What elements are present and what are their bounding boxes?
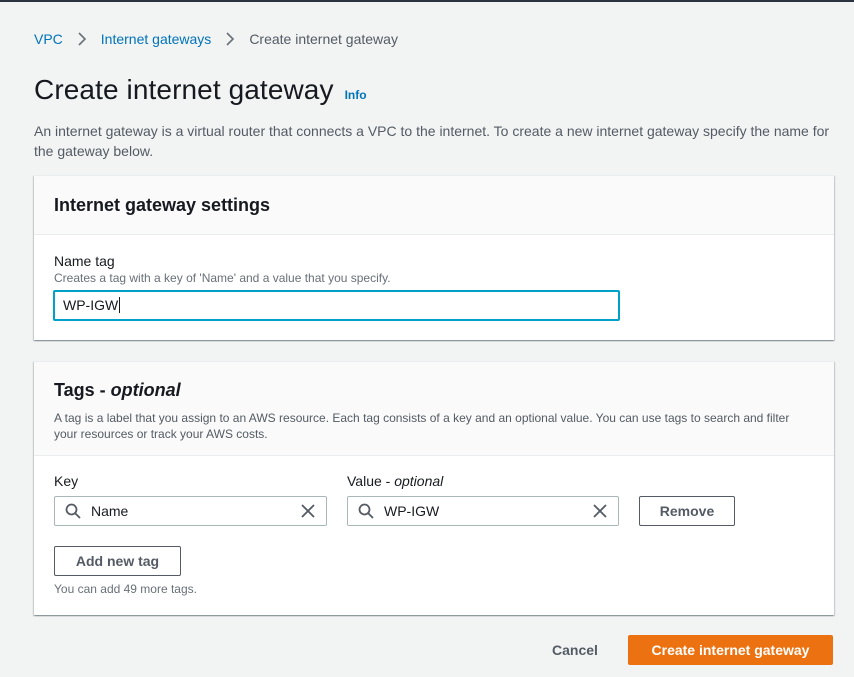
search-icon <box>358 503 374 519</box>
chevron-right-icon <box>71 31 93 47</box>
tag-value-value: WP-IGW <box>384 503 440 519</box>
clear-icon[interactable] <box>300 503 316 519</box>
name-tag-input-value: WP-IGW <box>63 297 119 313</box>
cancel-button[interactable]: Cancel <box>535 635 615 665</box>
text-cursor <box>119 297 121 313</box>
name-tag-description: Creates a tag with a key of 'Name' and a… <box>54 271 391 285</box>
page-title: Create internet gateway <box>34 74 334 105</box>
page-description: An internet gateway is a virtual router … <box>34 123 830 159</box>
breadcrumb-internet-gateways[interactable]: Internet gateways <box>101 31 212 47</box>
tags-title-optional: optional <box>110 380 181 400</box>
info-link[interactable]: Info <box>345 88 367 102</box>
breadcrumb: VPC Internet gateways Create internet ga… <box>34 31 398 47</box>
breadcrumb-vpc[interactable]: VPC <box>34 31 63 47</box>
tags-description: A tag is a label that you assign to an A… <box>54 411 790 441</box>
tags-title-main: Tags - <box>54 380 111 400</box>
add-new-tag-button[interactable]: Add new tag <box>54 546 181 576</box>
create-internet-gateway-button[interactable]: Create internet gateway <box>628 635 833 665</box>
value-label-optional: optional <box>394 473 444 489</box>
tags-panel: Tags - optional A tag is a label that yo… <box>34 361 834 615</box>
name-tag-input[interactable]: WP-IGW <box>53 290 620 321</box>
clear-icon[interactable] <box>592 503 608 519</box>
tag-key-value: Name <box>91 503 129 519</box>
value-label-main: Value - <box>347 473 395 489</box>
value-column-label: Value - optional <box>347 473 443 489</box>
page-header: Create internet gateway Info <box>34 74 367 106</box>
breadcrumb-current: Create internet gateway <box>249 31 398 47</box>
settings-panel-title: Internet gateway settings <box>54 195 271 215</box>
name-tag-field-header: Name tag Creates a tag with a key of 'Na… <box>54 253 391 285</box>
chevron-right-icon <box>219 31 241 47</box>
settings-panel-header: Internet gateway settings <box>34 176 834 235</box>
key-column-label: Key <box>54 473 79 489</box>
search-icon <box>65 503 81 519</box>
tag-key-input[interactable]: Name <box>54 496 327 526</box>
name-tag-label: Name tag <box>54 253 115 269</box>
tags-panel-header: Tags - optional A tag is a label that yo… <box>34 362 834 456</box>
tags-panel-title: Tags - optional <box>54 380 814 401</box>
remove-tag-button[interactable]: Remove <box>639 496 735 526</box>
tags-remaining-hint: You can add 49 more tags. <box>54 582 197 596</box>
tag-value-input[interactable]: WP-IGW <box>347 496 619 526</box>
settings-panel: Internet gateway settings Name tag Creat… <box>34 175 834 340</box>
